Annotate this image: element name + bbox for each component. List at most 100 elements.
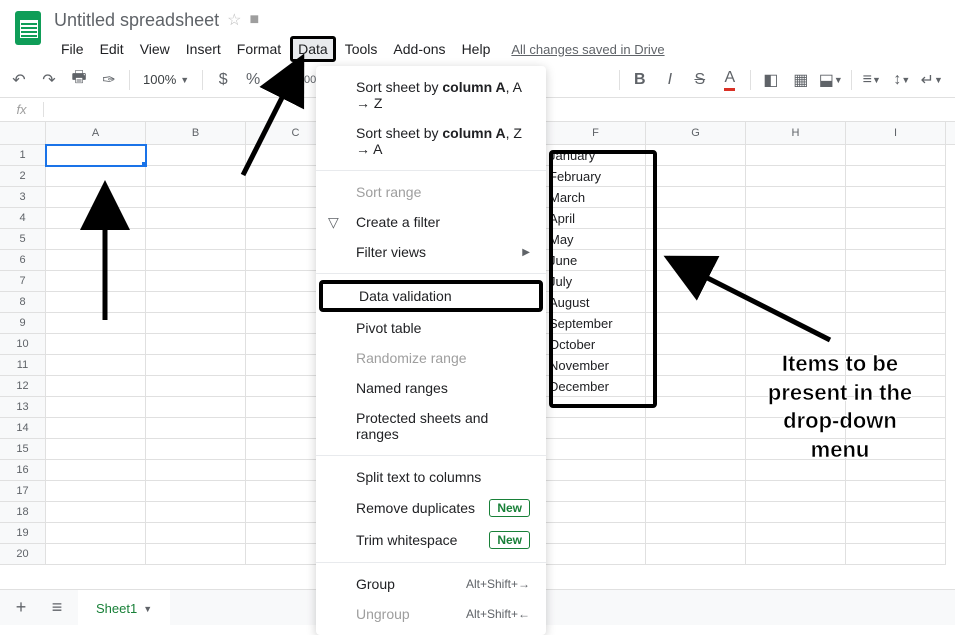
cell[interactable] bbox=[46, 544, 146, 565]
col-header[interactable]: F bbox=[546, 122, 646, 144]
add-sheet-button[interactable]: + bbox=[6, 593, 36, 623]
cell[interactable] bbox=[46, 481, 146, 502]
row-header[interactable]: 2 bbox=[0, 166, 46, 187]
cell[interactable] bbox=[746, 271, 846, 292]
select-all-corner[interactable] bbox=[0, 122, 46, 144]
halign-icon[interactable]: ≡▼ bbox=[859, 67, 885, 93]
cell[interactable] bbox=[546, 460, 646, 481]
cell[interactable] bbox=[646, 523, 746, 544]
cell[interactable] bbox=[46, 397, 146, 418]
cell[interactable]: April bbox=[546, 208, 646, 229]
menu-sort-za[interactable]: Sort sheet by column A, Z → A bbox=[316, 118, 546, 164]
cell[interactable] bbox=[546, 481, 646, 502]
cell[interactable] bbox=[146, 355, 246, 376]
cell[interactable] bbox=[46, 334, 146, 355]
col-header[interactable]: H bbox=[746, 122, 846, 144]
cell[interactable] bbox=[46, 145, 146, 166]
cell[interactable] bbox=[746, 208, 846, 229]
cell[interactable] bbox=[146, 166, 246, 187]
valign-icon[interactable]: ↕▼ bbox=[889, 67, 915, 93]
menu-data[interactable]: Data bbox=[290, 36, 336, 62]
cell[interactable] bbox=[746, 544, 846, 565]
strike-button[interactable]: S bbox=[687, 67, 713, 93]
cell[interactable] bbox=[646, 397, 746, 418]
cell[interactable] bbox=[746, 481, 846, 502]
row-header[interactable]: 10 bbox=[0, 334, 46, 355]
redo-icon[interactable]: ↷ bbox=[36, 67, 62, 93]
folder-icon[interactable]: ■ bbox=[249, 11, 259, 29]
cell[interactable] bbox=[646, 355, 746, 376]
menu-sort-az[interactable]: Sort sheet by column A, A → Z bbox=[316, 72, 546, 118]
cell[interactable] bbox=[146, 250, 246, 271]
row-header[interactable]: 20 bbox=[0, 544, 46, 565]
cell[interactable] bbox=[846, 229, 946, 250]
cell[interactable] bbox=[746, 229, 846, 250]
row-header[interactable]: 5 bbox=[0, 229, 46, 250]
menu-remove-dup[interactable]: Remove duplicatesNew bbox=[316, 492, 546, 524]
cell[interactable] bbox=[546, 502, 646, 523]
row-header[interactable]: 1 bbox=[0, 145, 46, 166]
cell[interactable] bbox=[146, 313, 246, 334]
row-header[interactable]: 8 bbox=[0, 292, 46, 313]
cell[interactable] bbox=[46, 271, 146, 292]
menu-insert[interactable]: Insert bbox=[179, 37, 228, 61]
cell[interactable] bbox=[746, 145, 846, 166]
cell[interactable] bbox=[146, 439, 246, 460]
cell[interactable] bbox=[646, 418, 746, 439]
cell[interactable] bbox=[546, 544, 646, 565]
cell[interactable] bbox=[746, 502, 846, 523]
row-header[interactable]: 7 bbox=[0, 271, 46, 292]
cell[interactable] bbox=[46, 250, 146, 271]
save-status[interactable]: All changes saved in Drive bbox=[511, 42, 664, 57]
cell[interactable] bbox=[146, 544, 246, 565]
cell[interactable] bbox=[846, 481, 946, 502]
cell[interactable] bbox=[146, 187, 246, 208]
borders-icon[interactable]: ▦ bbox=[788, 67, 814, 93]
cell[interactable] bbox=[46, 292, 146, 313]
menu-help[interactable]: Help bbox=[455, 37, 498, 61]
cell[interactable] bbox=[46, 355, 146, 376]
menu-format[interactable]: Format bbox=[230, 37, 288, 61]
cell[interactable] bbox=[46, 460, 146, 481]
col-header[interactable]: A bbox=[46, 122, 146, 144]
cell[interactable] bbox=[146, 460, 246, 481]
cell[interactable] bbox=[146, 376, 246, 397]
cell[interactable] bbox=[846, 502, 946, 523]
cell[interactable] bbox=[646, 334, 746, 355]
row-header[interactable]: 3 bbox=[0, 187, 46, 208]
percent-button[interactable]: % bbox=[240, 67, 266, 93]
menu-view[interactable]: View bbox=[133, 37, 177, 61]
cell[interactable]: September bbox=[546, 313, 646, 334]
print-icon[interactable]: 🖶 bbox=[66, 67, 92, 93]
cell[interactable]: December bbox=[546, 376, 646, 397]
cell[interactable] bbox=[646, 292, 746, 313]
menu-group[interactable]: GroupAlt+Shift+→ bbox=[316, 569, 546, 599]
chevron-down-icon[interactable]: ▼ bbox=[143, 604, 152, 614]
cell[interactable] bbox=[746, 313, 846, 334]
cell[interactable]: August bbox=[546, 292, 646, 313]
cell[interactable] bbox=[646, 502, 746, 523]
row-header[interactable]: 11 bbox=[0, 355, 46, 376]
cell[interactable] bbox=[646, 481, 746, 502]
cell[interactable]: March bbox=[546, 187, 646, 208]
menu-edit[interactable]: Edit bbox=[93, 37, 131, 61]
cell[interactable]: February bbox=[546, 166, 646, 187]
cell[interactable] bbox=[46, 187, 146, 208]
cell[interactable] bbox=[46, 208, 146, 229]
cell[interactable] bbox=[746, 187, 846, 208]
col-header[interactable]: B bbox=[146, 122, 246, 144]
sheets-logo[interactable] bbox=[8, 8, 48, 48]
zoom-select[interactable]: 100%▼ bbox=[137, 72, 195, 87]
cell[interactable] bbox=[546, 418, 646, 439]
fill-color-icon[interactable]: ◧ bbox=[758, 67, 784, 93]
menu-split-text[interactable]: Split text to columns bbox=[316, 462, 546, 492]
cell[interactable]: November bbox=[546, 355, 646, 376]
cell[interactable] bbox=[846, 523, 946, 544]
cell[interactable] bbox=[846, 187, 946, 208]
menu-filter-views[interactable]: Filter views▶ bbox=[316, 237, 546, 267]
paint-format-icon[interactable]: ✑ bbox=[96, 67, 122, 93]
row-header[interactable]: 18 bbox=[0, 502, 46, 523]
cell[interactable] bbox=[646, 208, 746, 229]
cell[interactable] bbox=[146, 481, 246, 502]
cell[interactable] bbox=[546, 523, 646, 544]
